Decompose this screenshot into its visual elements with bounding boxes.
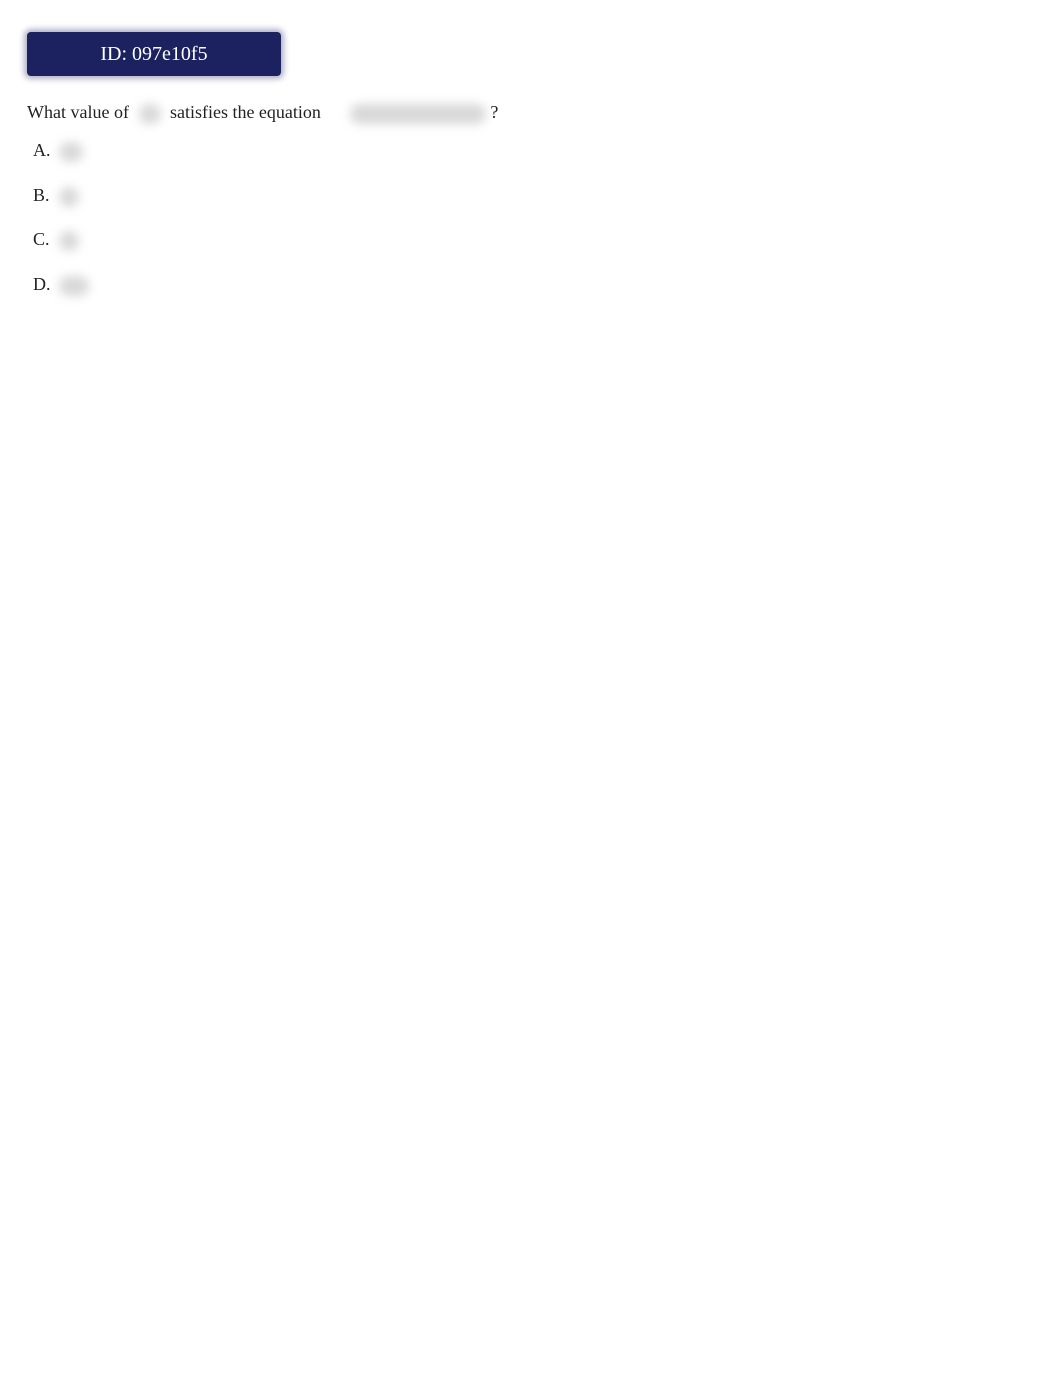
question-prefix: What value of [27,102,129,122]
answer-options: A. B. C. D. [33,140,89,318]
option-value [59,275,89,296]
option-value [59,186,79,207]
option-letter: B. [33,184,50,205]
option-letter: C. [33,229,50,249]
option-value [59,231,79,251]
question-text: What value of satisfies the equation ? [27,100,498,124]
question-middle: satisfies the equation [169,102,321,122]
blurred-equation [349,103,486,124]
option-c[interactable]: C. [33,229,89,274]
option-a[interactable]: A. [33,140,89,185]
blurred-variable [139,103,162,124]
option-b[interactable]: B. [33,185,89,230]
question-suffix: ? [490,102,499,122]
option-letter: A. [33,140,51,160]
option-d[interactable]: D. [33,274,89,319]
option-letter: D. [33,273,51,294]
option-value [59,142,83,162]
question-id-badge: ID: 097e10f5 [27,32,281,76]
